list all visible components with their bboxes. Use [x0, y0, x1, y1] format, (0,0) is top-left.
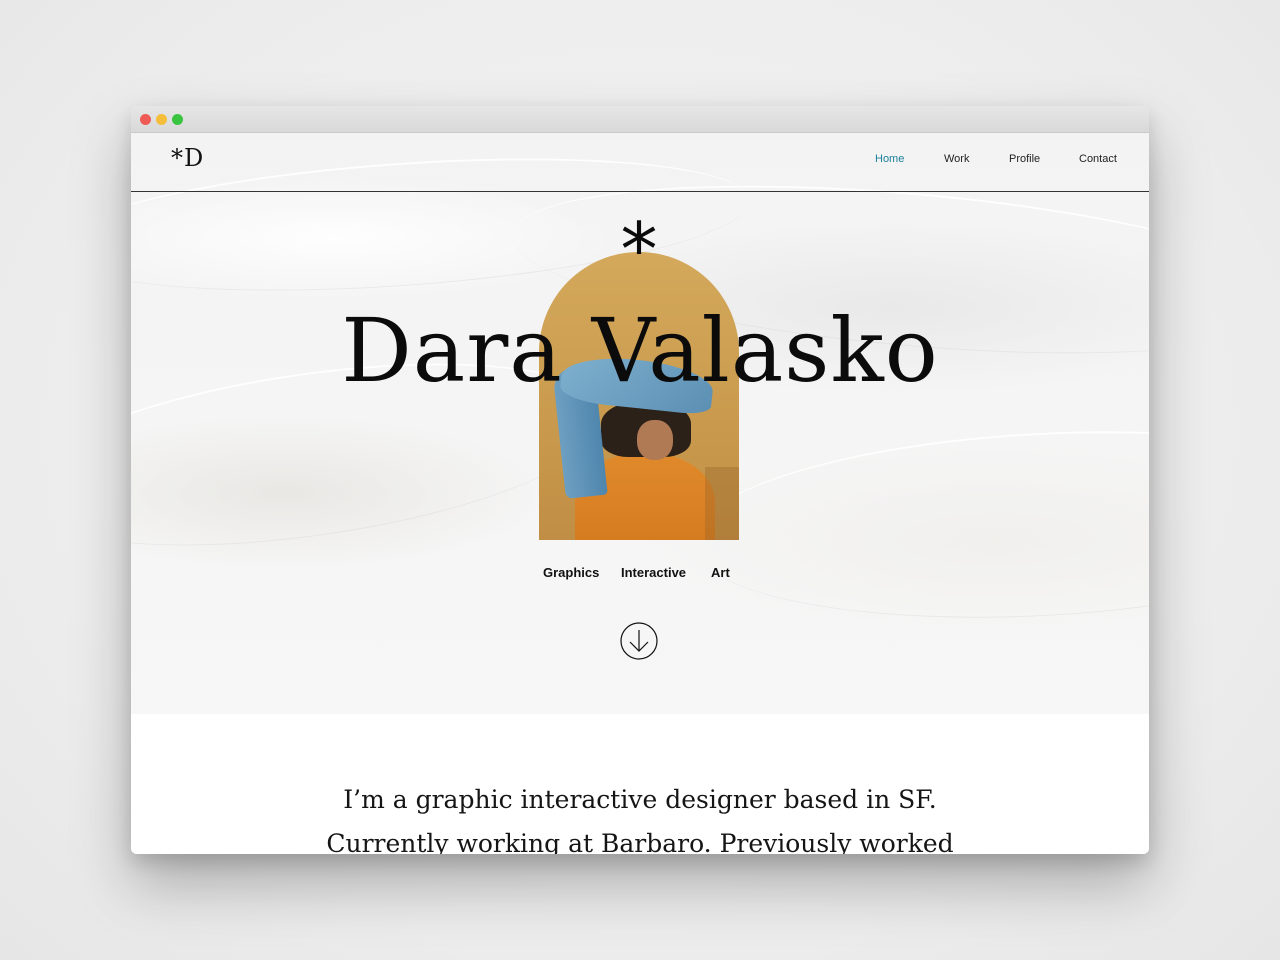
maximize-window-button[interactable] [172, 114, 183, 125]
desktop-background: *D Home Work Profile Contact * Dara Vala… [0, 0, 1280, 960]
window-titlebar [131, 106, 1149, 133]
tag-graphics[interactable]: Graphics [543, 565, 599, 580]
nav-profile[interactable]: Profile [1009, 153, 1040, 165]
site-logo[interactable]: *D [171, 144, 204, 172]
nav-home[interactable]: Home [875, 153, 904, 165]
scroll-down-button[interactable] [619, 621, 659, 661]
minimize-window-button[interactable] [156, 114, 167, 125]
asterisk-icon: * [620, 207, 658, 293]
hero-title: Dara Valasko [341, 299, 939, 402]
intro-line-2: Currently working at Barbaro. Previously… [326, 829, 954, 854]
webpage: *D Home Work Profile Contact * Dara Vala… [131, 133, 1149, 854]
intro-line-1: I’m a graphic interactive designer based… [343, 785, 937, 814]
close-window-button[interactable] [140, 114, 151, 125]
tag-art[interactable]: Art [711, 565, 730, 580]
portrait-shadow [705, 467, 739, 540]
silk-wave [686, 414, 1149, 635]
nav-contact[interactable]: Contact [1079, 153, 1117, 165]
nav-work[interactable]: Work [944, 153, 969, 165]
tag-interactive[interactable]: Interactive [621, 565, 686, 580]
intro-text: I’m a graphic interactive designer based… [131, 778, 1149, 854]
arrow-down-circle-icon [620, 622, 658, 660]
portrait-face [637, 420, 673, 460]
site-header: *D Home Work Profile Contact [131, 133, 1149, 192]
browser-window: *D Home Work Profile Contact * Dara Vala… [131, 106, 1149, 854]
